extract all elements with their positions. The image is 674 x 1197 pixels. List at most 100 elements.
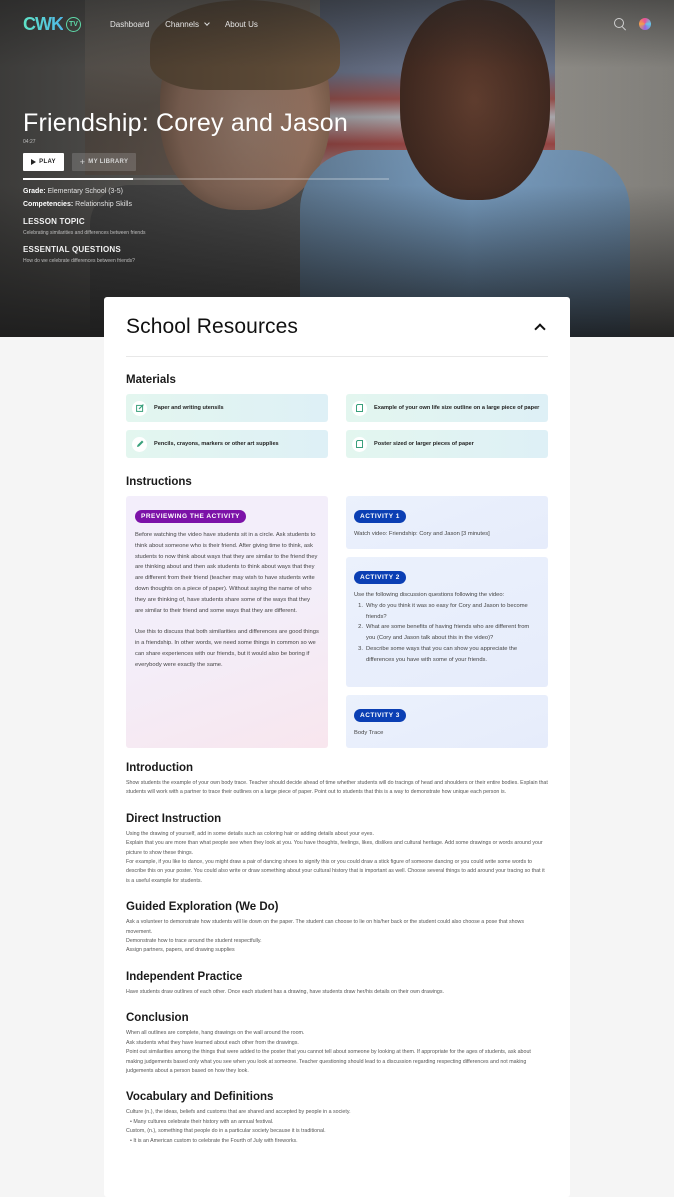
- lesson-topic-heading: LESSON TOPIC: [23, 217, 85, 226]
- activity-3-box: ACTIVITY 3 Body Trace: [346, 695, 548, 748]
- competencies-label: Competencies:: [23, 201, 74, 208]
- previewing-activity-badge: PREVIEWING THE ACTIVITY: [135, 510, 247, 523]
- previewing-activity-box: PREVIEWING THE ACTIVITY Before watching …: [126, 496, 328, 748]
- section-text: Assign partners, papers, and drawing sup…: [126, 947, 235, 954]
- lesson-sections: Introduction Show students the example o…: [126, 762, 548, 1146]
- material-item: Pencils, crayons, markers or other art s…: [126, 430, 328, 458]
- nav-actions: [613, 17, 651, 31]
- material-label: Pencils, crayons, markers or other art s…: [154, 440, 279, 447]
- nav-links: Dashboard Channels About Us: [110, 20, 258, 29]
- section-independent-practice: Independent Practice Have students draw …: [126, 971, 548, 997]
- instructions-grid: PREVIEWING THE ACTIVITY Before watching …: [126, 496, 548, 748]
- logo-text: CWK: [23, 13, 64, 34]
- activity-text: Body Trace: [354, 730, 384, 736]
- section-heading: Vocabulary and Definitions: [126, 1091, 274, 1104]
- activity-intro: Use the following discussion questions f…: [354, 592, 505, 598]
- example-bullet: Many cultures celebrate their history wi…: [126, 1118, 548, 1127]
- section-direct-instruction: Direct Instruction Using the drawing of …: [126, 813, 548, 886]
- instructions-heading: Instructions: [126, 476, 192, 488]
- paragraph: Use this to discuss that both similariti…: [135, 629, 319, 668]
- video-duration: 04:27: [23, 139, 36, 145]
- school-resources-header[interactable]: School Resources: [126, 297, 548, 357]
- discussion-questions: 1. Why do you think it was so easy for Co…: [354, 601, 540, 666]
- question-text: Describe some ways that you can show you…: [366, 645, 518, 663]
- question-text: Why do you think it was so easy for Cory…: [366, 602, 528, 620]
- section-text: Ask students what they have learned abou…: [126, 1039, 299, 1046]
- library-label: MY LIBRARY: [88, 159, 129, 165]
- competencies-row: Competencies: Relationship Skills: [23, 201, 403, 208]
- activity-text: Use the following discussion questions f…: [354, 590, 540, 666]
- play-icon: [31, 159, 37, 165]
- activity-text: Watch video: Friendship: Cory and Jason …: [354, 531, 490, 537]
- section-text: Demonstrate how to trace around the stud…: [126, 938, 262, 945]
- hero-content: Friendship: Corey and Jason 04:27 PLAY +…: [23, 109, 403, 264]
- section-text: Using the drawing of yourself, add in so…: [126, 830, 374, 837]
- edit-icon: [132, 400, 147, 416]
- user-avatar[interactable]: [639, 18, 651, 30]
- material-label: Poster sized or larger pieces of paper: [374, 440, 474, 447]
- section-text: Point out similarities among the things …: [126, 1049, 531, 1074]
- question-text: What are some benefits of having friends…: [366, 624, 530, 642]
- essential-questions-text: How do we celebrate differences between …: [23, 258, 135, 264]
- definition-text: Culture (n.), the ideas, beliefs and cus…: [126, 1109, 351, 1116]
- top-nav: CWK TV Dashboard Channels About Us: [0, 0, 674, 48]
- list-item: 2. What are some benefits of having frien…: [354, 622, 540, 644]
- section-text: When all outlines are complete, hang dra…: [126, 1030, 305, 1037]
- grade-value: Elementary School (3-5): [47, 188, 123, 195]
- activity-badge: ACTIVITY 2: [354, 571, 406, 584]
- section-text: Show students the example of your own bo…: [126, 780, 548, 796]
- hero-banner: CWK TV Dashboard Channels About Us Frien…: [0, 0, 674, 337]
- section-text: Have students draw outlines of each othe…: [126, 988, 444, 995]
- logo-tv-badge: TV: [66, 16, 81, 32]
- section-text: Explain that you are more than what peop…: [126, 840, 543, 856]
- material-item: Example of your own life size outline on…: [346, 394, 548, 422]
- materials-grid: Paper and writing utensils Example of yo…: [126, 394, 548, 458]
- page-icon: [352, 436, 367, 452]
- list-item: 3. Describe some ways that you can show y…: [354, 644, 540, 666]
- material-item: Poster sized or larger pieces of paper: [346, 430, 548, 458]
- section-text: Ask a volunteer to demonstrate how stude…: [126, 919, 525, 935]
- cwk-tv-logo[interactable]: CWK TV: [23, 14, 81, 35]
- search-icon[interactable]: [613, 17, 627, 31]
- play-label: PLAY: [39, 159, 56, 165]
- previewing-activity-text: Before watching the video have students …: [135, 530, 319, 670]
- section-heading: Conclusion: [126, 1012, 189, 1025]
- grade-row: Grade: Elementary School (3-5): [23, 188, 403, 195]
- activity-badge: ACTIVITY 3: [354, 709, 406, 722]
- watch-progress-fill: [23, 178, 133, 180]
- section-vocabulary: Vocabulary and Definitions Culture (n.),…: [126, 1091, 548, 1146]
- plus-icon: +: [79, 156, 86, 167]
- section-conclusion: Conclusion When all outlines are complet…: [126, 1012, 548, 1076]
- definition-text: Custom, (n.), something that people do i…: [126, 1128, 326, 1135]
- grade-label: Grade:: [23, 188, 46, 195]
- section-guided-exploration: Guided Exploration (We Do) Ask a volunte…: [126, 901, 548, 956]
- school-resources-panel: School Resources Materials Paper and wri…: [104, 297, 570, 1197]
- page-icon: [352, 400, 367, 416]
- section-introduction: Introduction Show students the example o…: [126, 762, 548, 798]
- material-item: Paper and writing utensils: [126, 394, 328, 422]
- activity-1-box: ACTIVITY 1 Watch video: Friendship: Cory…: [346, 496, 548, 549]
- activities-column: ACTIVITY 1 Watch video: Friendship: Cory…: [346, 496, 548, 748]
- activity-badge: ACTIVITY 1: [354, 510, 406, 523]
- essential-questions-heading: ESSENTIAL QUESTIONS: [23, 245, 121, 254]
- pencil-icon: [132, 436, 147, 452]
- nav-link-about-us[interactable]: About Us: [225, 20, 258, 29]
- chevron-down-icon: [204, 20, 210, 26]
- section-heading: Independent Practice: [126, 970, 243, 983]
- example-bullet: It is an American custom to celebrate th…: [126, 1137, 548, 1146]
- watch-progress-bar[interactable]: [23, 178, 389, 180]
- nav-link-label: Channels: [165, 19, 199, 29]
- section-text: For example, if you like to dance, you m…: [126, 859, 545, 884]
- nav-link-channels[interactable]: Channels: [165, 19, 210, 29]
- chevron-up-icon[interactable]: [534, 322, 546, 335]
- section-heading: Direct Instruction: [126, 812, 222, 825]
- competencies-value: Relationship Skills: [75, 201, 132, 208]
- lesson-topic-text: Celebrating similarities and differences…: [23, 230, 146, 236]
- nav-link-label: Dashboard: [110, 19, 150, 29]
- school-resources-title: School Resources: [126, 314, 299, 338]
- nav-link-dashboard[interactable]: Dashboard: [110, 20, 149, 29]
- play-button[interactable]: PLAY: [23, 153, 64, 171]
- material-label: Example of your own life size outline on…: [374, 404, 540, 411]
- add-to-library-button[interactable]: + MY LIBRARY: [72, 153, 136, 171]
- materials-heading: Materials: [126, 374, 176, 386]
